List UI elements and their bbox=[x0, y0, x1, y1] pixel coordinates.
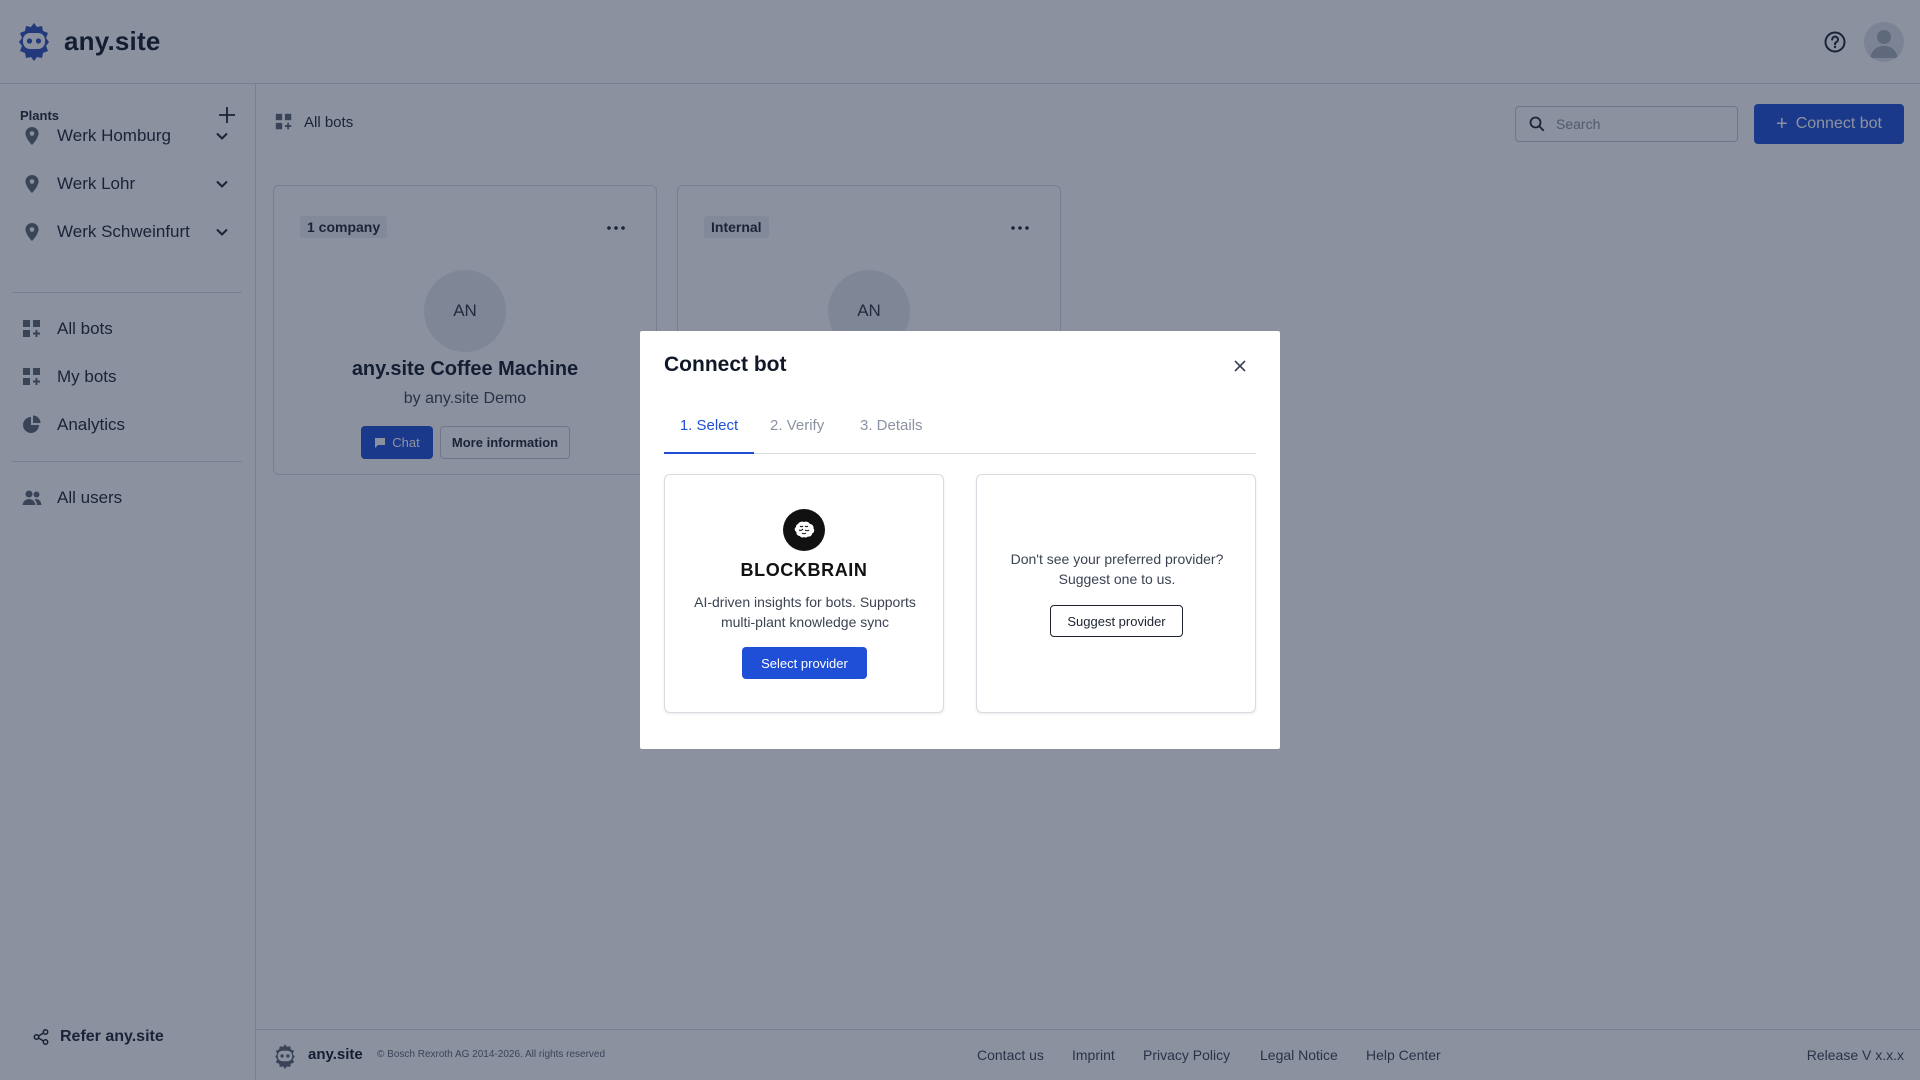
provider-description: AI-driven insights for bots. Supports mu… bbox=[694, 594, 916, 630]
brain-icon bbox=[783, 509, 825, 551]
suggest-provider-card: Don't see your preferred provider? Sugge… bbox=[976, 474, 1256, 713]
stepper-tabs: 1. Select 2. Verify 3. Details bbox=[664, 415, 1256, 454]
tab-details[interactable]: 3. Details bbox=[860, 415, 923, 454]
dialog-title: Connect bot bbox=[664, 353, 787, 376]
provider-card-blockbrain[interactable]: BLOCKBRAIN AI-driven insights for bots. … bbox=[664, 474, 944, 713]
close-icon[interactable] bbox=[1230, 356, 1250, 376]
tab-select[interactable]: 1. Select bbox=[664, 415, 754, 454]
suggest-provider-button[interactable]: Suggest provider bbox=[1050, 605, 1183, 637]
tab-verify[interactable]: 2. Verify bbox=[770, 415, 824, 454]
provider-name: BLOCKBRAIN bbox=[740, 560, 868, 580]
connect-bot-dialog: Connect bot 1. Select 2. Verify 3. Detai… bbox=[640, 331, 1280, 749]
suggest-message: Don't see your preferred provider? Sugge… bbox=[1010, 551, 1224, 587]
select-provider-button[interactable]: Select provider bbox=[742, 647, 867, 679]
